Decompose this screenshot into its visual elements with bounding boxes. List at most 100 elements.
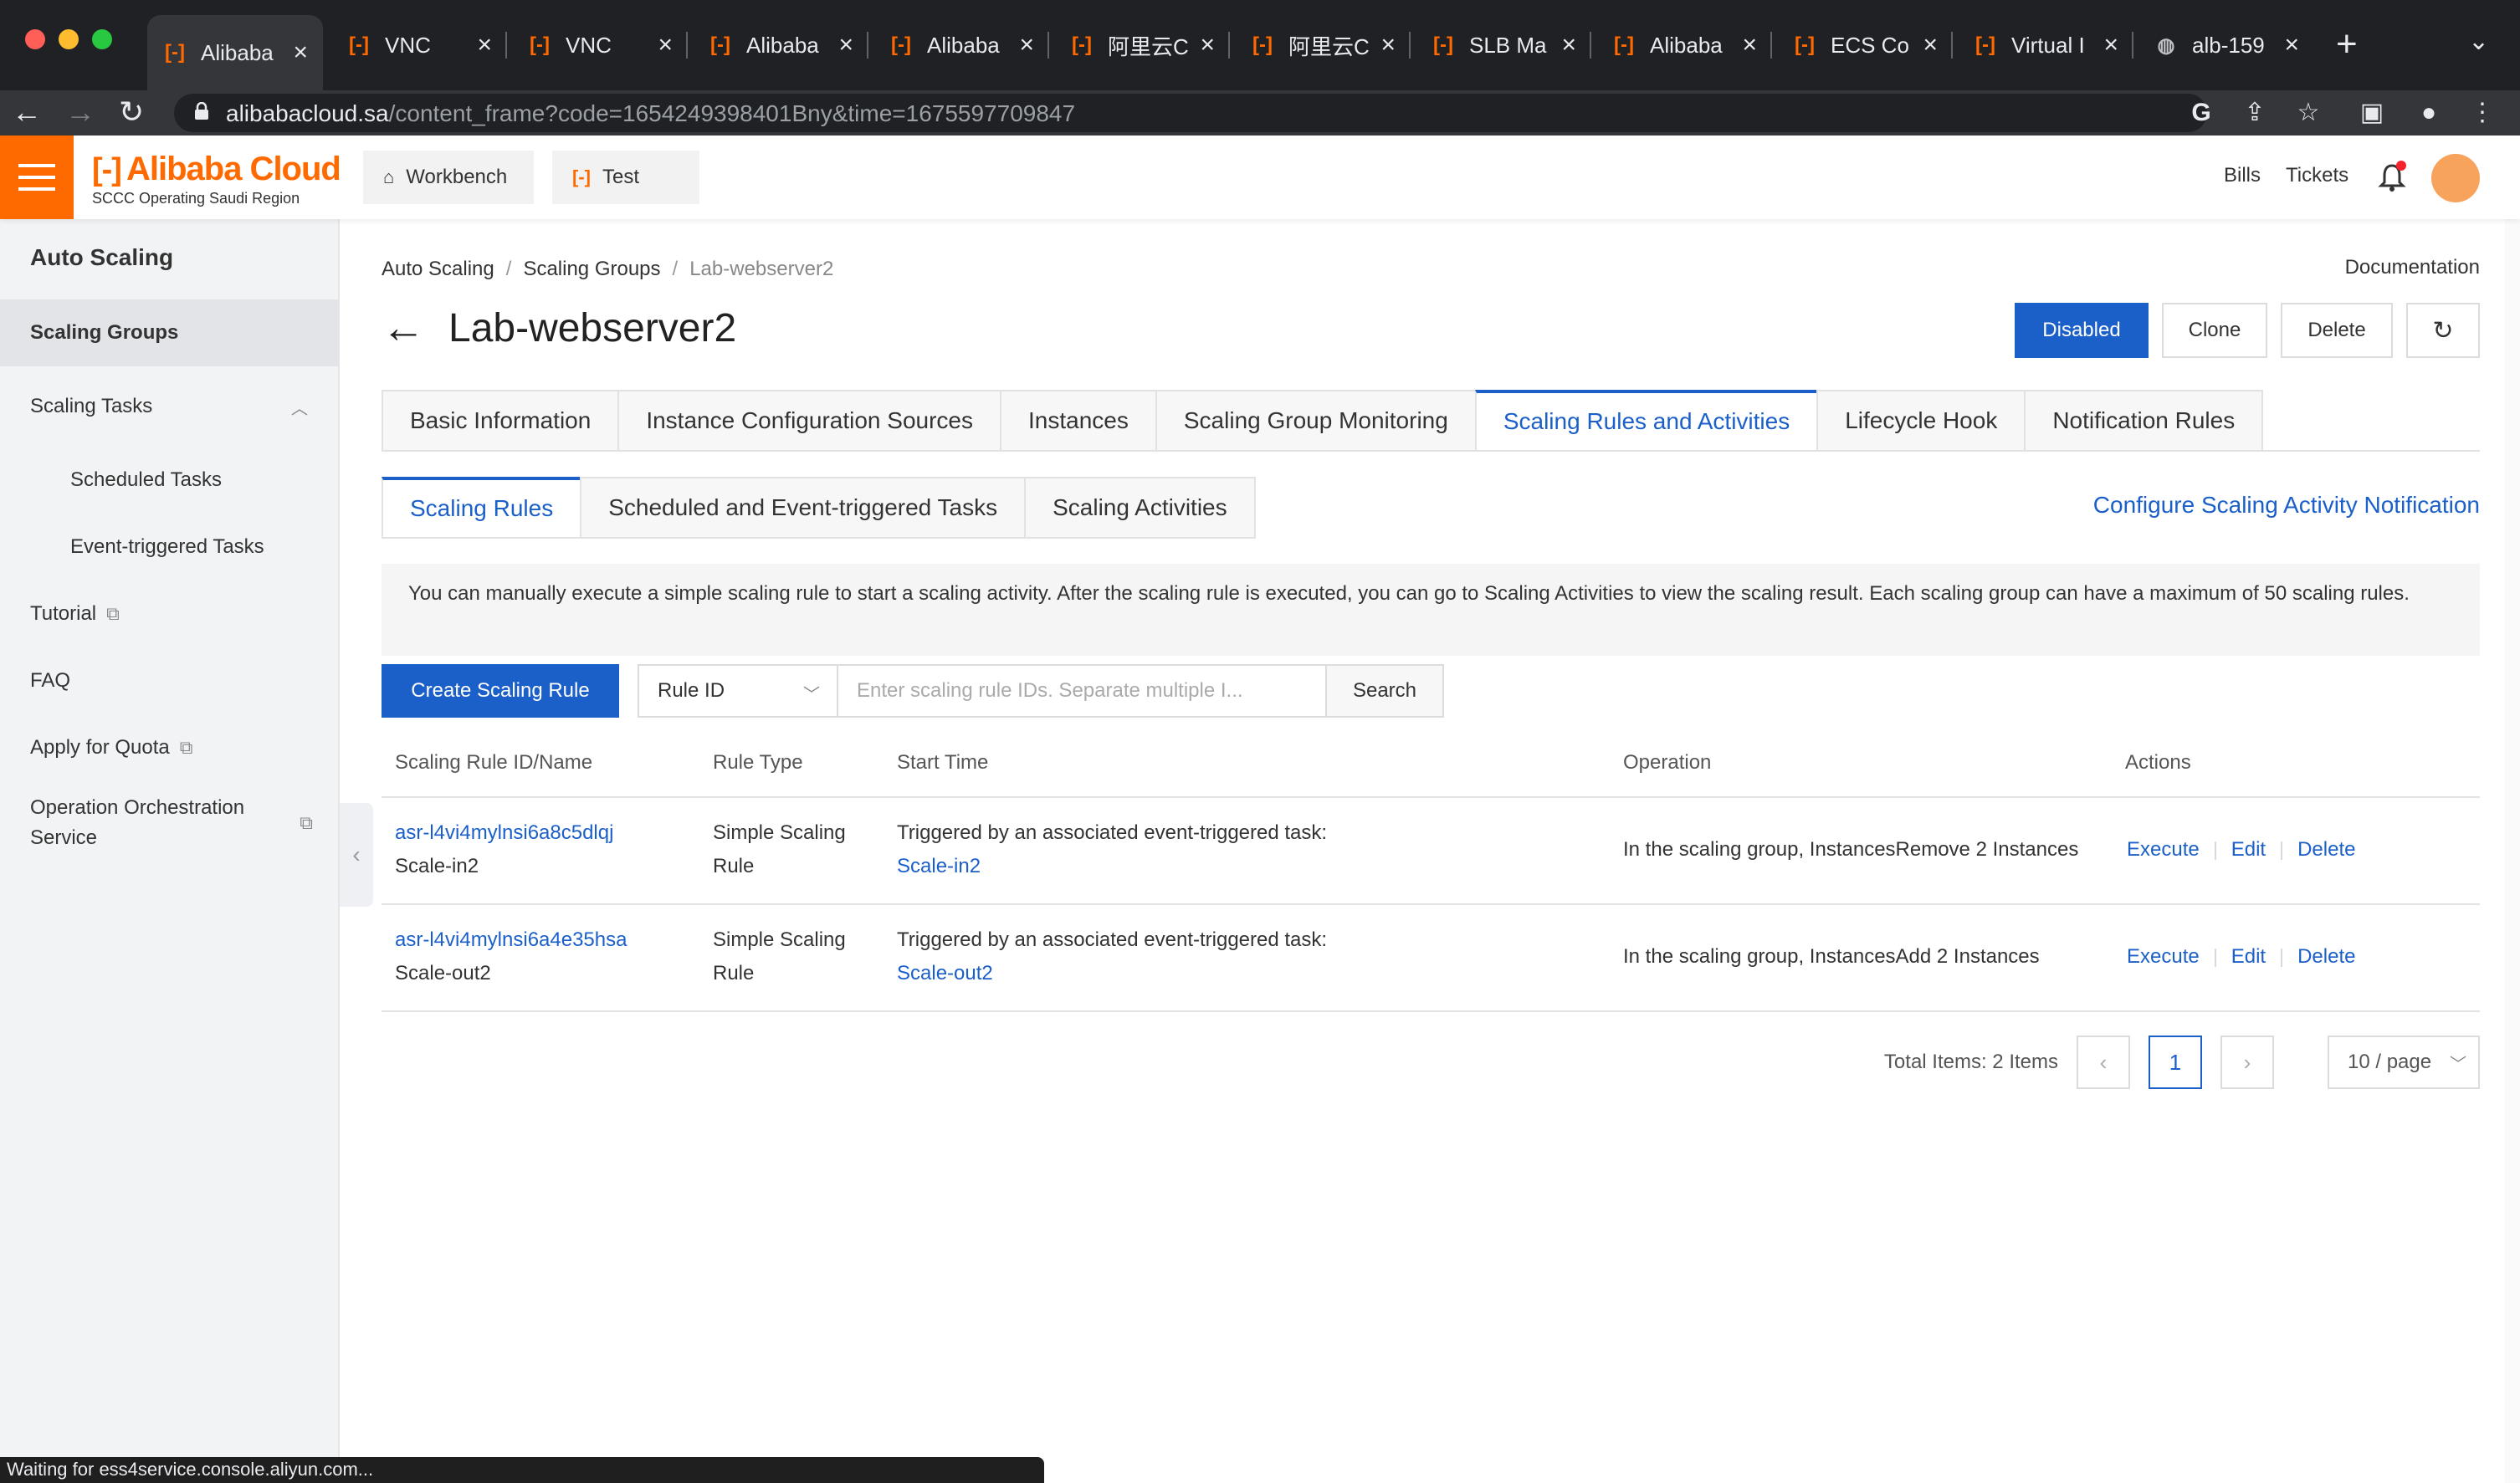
breadcrumb-scaling-groups[interactable]: Scaling Groups: [523, 258, 660, 280]
browser-tab[interactable]: [-] Virtual I ×: [1958, 17, 2133, 74]
delete-link[interactable]: Delete: [2297, 945, 2355, 968]
maximize-window-button[interactable]: [92, 29, 112, 49]
close-tab-icon[interactable]: ×: [477, 31, 492, 59]
configure-notification-link[interactable]: Configure Scaling Activity Notification: [2093, 492, 2480, 519]
tab-scaling-rules-and-activities[interactable]: Scaling Rules and Activities: [1474, 390, 1817, 452]
close-tab-icon[interactable]: ×: [1923, 31, 1938, 59]
close-tab-icon[interactable]: ×: [838, 31, 853, 59]
rule-type: Simple Scaling: [713, 821, 846, 844]
browser-tab[interactable]: [-] 阿里云C ×: [1235, 17, 1411, 74]
browser-tab[interactable]: [-] VNC ×: [331, 17, 507, 74]
page-1-button[interactable]: 1: [2149, 1036, 2202, 1089]
search-button[interactable]: Search: [1327, 664, 1444, 718]
profile-icon[interactable]: ●: [2415, 99, 2443, 127]
sidebar-item-faq[interactable]: FAQ: [0, 647, 338, 714]
tab-instance-configuration-sources[interactable]: Instance Configuration Sources: [617, 390, 1001, 452]
tab-lifecycle-hook[interactable]: Lifecycle Hook: [1816, 390, 2025, 452]
tab-notification-rules[interactable]: Notification Rules: [2024, 390, 2264, 452]
close-tab-icon[interactable]: ×: [658, 31, 673, 59]
side-panel-icon[interactable]: ▣: [2358, 99, 2386, 127]
share-icon[interactable]: ⇪: [2241, 99, 2269, 127]
browser-tab[interactable]: ◍ alb-159 ×: [2138, 17, 2314, 74]
browser-tab[interactable]: [-] Alibaba ×: [693, 17, 868, 74]
search-input[interactable]: [838, 664, 1327, 718]
close-tab-icon[interactable]: ×: [2103, 31, 2118, 59]
close-window-button[interactable]: [25, 29, 45, 49]
scrollbar[interactable]: [2505, 219, 2520, 1483]
subtab-scaling-activities[interactable]: Scaling Activities: [1024, 477, 1256, 539]
lock-icon: [195, 102, 208, 120]
delete-link[interactable]: Delete: [2297, 838, 2355, 861]
close-tab-icon[interactable]: ×: [1200, 31, 1215, 59]
sidebar-item-apply-for-quota[interactable]: Apply for Quota ⧉: [0, 714, 338, 781]
page-size-select[interactable]: 10 / page ﹀: [2328, 1036, 2480, 1089]
sidebar-item-scaling-groups[interactable]: Scaling Groups: [0, 299, 338, 366]
close-tab-icon[interactable]: ×: [1561, 31, 1576, 59]
edit-link[interactable]: Edit: [2231, 945, 2266, 968]
close-tab-icon[interactable]: ×: [1019, 31, 1034, 59]
google-icon[interactable]: G: [2187, 99, 2215, 127]
browser-tab[interactable]: [-] Alibaba ×: [147, 15, 323, 90]
disabled-button[interactable]: Disabled: [2015, 303, 2149, 358]
delete-button[interactable]: Delete: [2281, 303, 2393, 358]
back-arrow-icon[interactable]: ←: [382, 303, 425, 353]
breadcrumb-auto-scaling[interactable]: Auto Scaling: [382, 258, 494, 280]
forward-arrow-icon[interactable]: →: [65, 95, 95, 129]
back-arrow-icon[interactable]: ←: [12, 95, 42, 129]
minimize-window-button[interactable]: [59, 29, 79, 49]
refresh-button[interactable]: ↻: [2406, 303, 2480, 358]
clone-button[interactable]: Clone: [2162, 303, 2267, 358]
browser-tab[interactable]: [-] VNC ×: [512, 17, 688, 74]
tab-instances[interactable]: Instances: [1000, 390, 1155, 452]
create-scaling-rule-button[interactable]: Create Scaling Rule: [382, 664, 619, 718]
test-button[interactable]: [-] Test: [552, 151, 699, 204]
event-task-link[interactable]: Scale-out2: [897, 957, 993, 990]
subtab-scaling-rules[interactable]: Scaling Rules: [382, 477, 581, 539]
menu-hamburger-icon[interactable]: [0, 136, 74, 219]
browser-tab[interactable]: [-] 阿里云C ×: [1054, 17, 1230, 74]
sidebar-item-event-triggered-tasks[interactable]: Event-triggered Tasks: [0, 514, 338, 580]
tickets-link[interactable]: Tickets: [2286, 164, 2348, 187]
close-tab-icon[interactable]: ×: [293, 38, 308, 67]
tab-scaling-group-monitoring[interactable]: Scaling Group Monitoring: [1155, 390, 1475, 452]
reload-icon[interactable]: ↻: [119, 95, 144, 129]
alibaba-icon: [-]: [1072, 33, 1092, 56]
close-tab-icon[interactable]: ×: [1380, 31, 1396, 59]
external-link-icon: ⧉: [106, 603, 120, 624]
execute-link[interactable]: Execute: [2127, 945, 2200, 968]
browser-tab[interactable]: [-] Alibaba ×: [873, 17, 1049, 74]
browser-tab[interactable]: [-] ECS Co ×: [1777, 17, 1953, 74]
address-bar[interactable]: alibabacloud.sa/content_frame?code=16542…: [174, 94, 2207, 132]
bills-link[interactable]: Bills: [2224, 164, 2261, 187]
new-tab-icon[interactable]: +: [2336, 23, 2358, 65]
close-tab-icon[interactable]: ×: [2284, 31, 2299, 59]
execute-link[interactable]: Execute: [2127, 838, 2200, 861]
rule-id-link[interactable]: asr-l4vi4mylnsi6a8c5dlqj: [395, 816, 613, 850]
documentation-link[interactable]: Documentation: [2345, 256, 2480, 279]
sidebar-item-scaling-tasks[interactable]: Scaling Tasks ︿: [0, 373, 338, 440]
tab-basic-information[interactable]: Basic Information: [382, 390, 618, 452]
prev-page-button[interactable]: ‹: [2077, 1036, 2130, 1089]
browser-tab[interactable]: [-] Alibaba ×: [1596, 17, 1772, 74]
browser-tab[interactable]: [-] SLB Ma ×: [1416, 17, 1591, 74]
edit-link[interactable]: Edit: [2231, 838, 2266, 861]
filter-select[interactable]: Rule ID ﹀: [638, 664, 838, 718]
event-task-link[interactable]: Scale-in2: [897, 850, 981, 883]
tab-search-chevron-icon[interactable]: ⌄: [2468, 27, 2489, 56]
avatar[interactable]: [2431, 154, 2480, 202]
sidebar-item-operation-orchestration[interactable]: Operation Orchestration Service ⧉: [0, 781, 338, 865]
sidebar-item-scheduled-tasks[interactable]: Scheduled Tasks: [0, 447, 338, 514]
close-tab-icon[interactable]: ×: [1742, 31, 1757, 59]
workbench-button[interactable]: ⌂ Workbench: [363, 151, 534, 204]
alibaba-cloud-logo[interactable]: [-] Alibaba Cloud SCCC Operating Saudi Re…: [92, 151, 341, 207]
sidebar-collapse-handle[interactable]: ‹: [340, 803, 373, 907]
more-menu-icon[interactable]: ⋮: [2468, 99, 2497, 127]
alibaba-icon: [-]: [1433, 33, 1453, 56]
next-page-button[interactable]: ›: [2220, 1036, 2274, 1089]
notification-bell-icon[interactable]: [2378, 161, 2406, 194]
bookmark-star-icon[interactable]: ☆: [2294, 99, 2323, 127]
tabs-divider: [382, 450, 2480, 452]
sidebar-item-tutorial[interactable]: Tutorial ⧉: [0, 580, 338, 647]
subtab-scheduled-event-tasks[interactable]: Scheduled and Event-triggered Tasks: [580, 477, 1025, 539]
rule-id-link[interactable]: asr-l4vi4mylnsi6a4e35hsa: [395, 923, 627, 957]
